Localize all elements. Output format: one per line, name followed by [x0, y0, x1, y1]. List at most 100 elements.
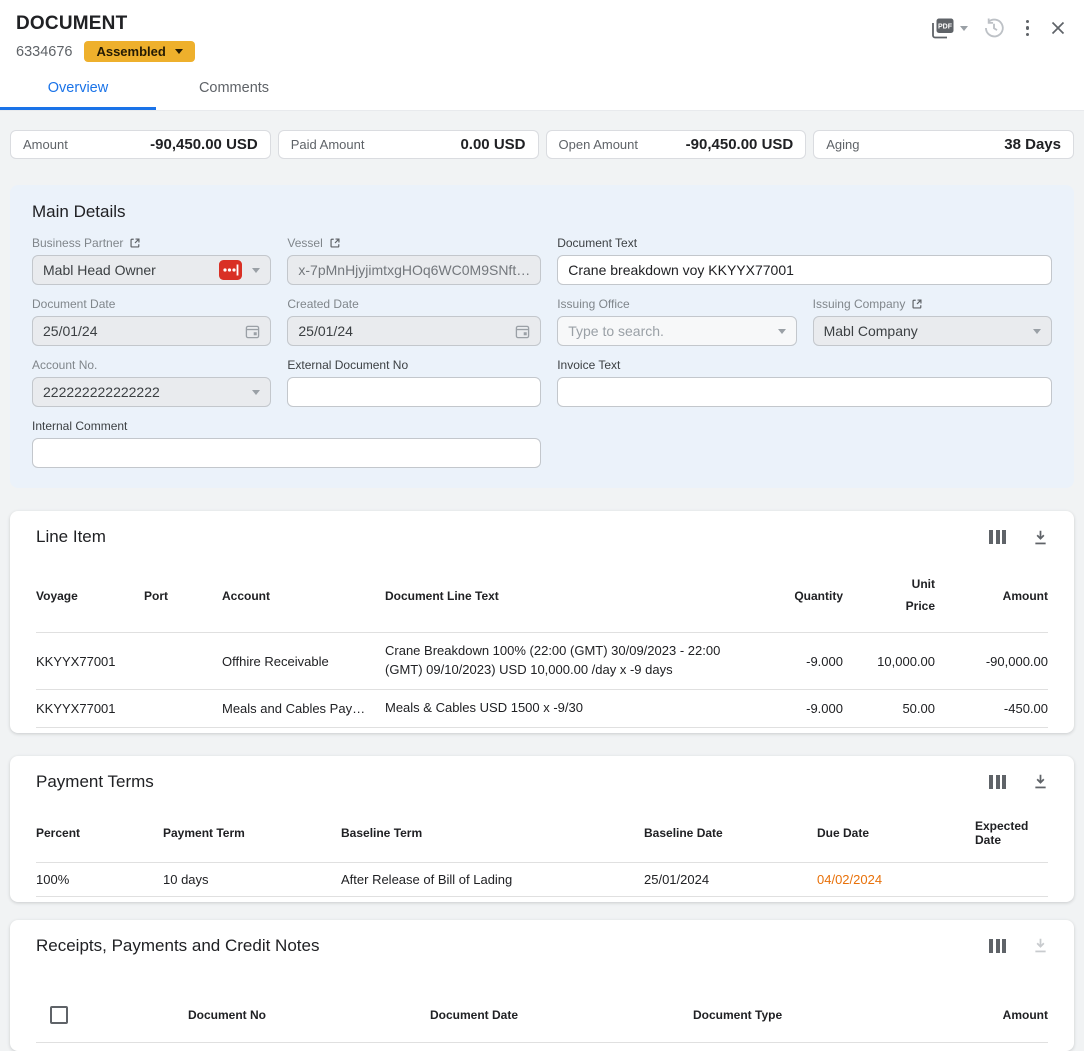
- document-date-field: Document Date 25/01/24: [32, 297, 271, 346]
- history-button: [983, 17, 1005, 39]
- payment-terms-title: Payment Terms: [36, 772, 154, 792]
- chevron-down-icon[interactable]: [960, 26, 968, 31]
- vessel-field: Vessel x-7pMnHjyjimtxgHOq6WC0M9SNft…: [287, 236, 541, 285]
- col-port: Port: [144, 589, 214, 603]
- document-date-label: Document Date: [32, 297, 271, 311]
- document-text-input[interactable]: [557, 255, 1052, 285]
- col-document-no: Document No: [188, 1008, 422, 1022]
- column-settings-icon[interactable]: [989, 775, 1006, 789]
- select-all-checkbox[interactable]: [50, 1006, 68, 1024]
- main-details-panel: Main Details Business Partner Mabl Head …: [10, 185, 1074, 488]
- col-baseline-date: Baseline Date: [644, 826, 809, 840]
- aging-value: 38 Days: [1004, 136, 1061, 153]
- tab-comments[interactable]: Comments: [156, 70, 312, 110]
- paid-amount-value: 0.00 USD: [460, 136, 525, 153]
- invoice-text-input[interactable]: [557, 377, 1052, 407]
- receipts-section: Receipts, Payments and Credit Notes Docu…: [10, 920, 1074, 1051]
- pdf-icon: PDF: [928, 16, 955, 40]
- chevron-down-icon: [778, 329, 786, 334]
- external-link-icon[interactable]: [329, 237, 341, 249]
- line-item-header-row: Voyage Port Account Document Line Text Q…: [36, 555, 1048, 633]
- line-item-title: Line Item: [36, 527, 106, 547]
- aging-label: Aging: [826, 137, 859, 152]
- vessel-label: Vessel: [287, 236, 322, 250]
- chevron-down-icon: [175, 49, 183, 54]
- external-document-no-input[interactable]: [287, 377, 541, 407]
- created-date-label: Created Date: [287, 297, 541, 311]
- download-icon[interactable]: [1031, 772, 1050, 791]
- kebab-menu-icon[interactable]: [1020, 18, 1036, 39]
- invoice-text-label: Invoice Text: [557, 358, 1052, 372]
- chevron-down-icon: [252, 268, 260, 273]
- business-partner-label: Business Partner: [32, 236, 123, 250]
- summary-cards: Amount -90,450.00 USD Paid Amount 0.00 U…: [10, 130, 1074, 159]
- issuing-company-label: Issuing Company: [813, 297, 906, 311]
- issuing-office-select[interactable]: Type to search.: [557, 316, 796, 346]
- svg-text:PDF: PDF: [938, 24, 953, 31]
- paid-amount-card: Paid Amount 0.00 USD: [278, 130, 539, 159]
- main-details-title: Main Details: [32, 202, 1052, 222]
- account-no-field: Account No. 222222222222222: [32, 358, 271, 407]
- due-date-value: 04/02/2024: [817, 872, 967, 887]
- column-settings-icon[interactable]: [989, 530, 1006, 544]
- document-text-field: Document Text: [557, 236, 1052, 285]
- col-document-line-text: Document Line Text: [385, 589, 751, 603]
- payment-terms-row[interactable]: 100% 10 days After Release of Bill of La…: [36, 863, 1048, 897]
- tab-bar: Overview Comments: [0, 70, 1084, 110]
- history-icon: [983, 17, 1005, 39]
- internal-comment-label: Internal Comment: [32, 419, 541, 433]
- line-item-section: Line Item Voyage Port Account Document L…: [10, 511, 1074, 733]
- receipts-title: Receipts, Payments and Credit Notes: [36, 936, 319, 956]
- close-button[interactable]: [1050, 20, 1066, 36]
- credit-block-icon: [219, 260, 242, 280]
- dialog-header: DOCUMENT 6334676 Assembled PDF: [0, 0, 1084, 111]
- external-link-icon[interactable]: [129, 237, 141, 249]
- open-amount-label: Open Amount: [559, 137, 639, 152]
- document-date-input: 25/01/24: [32, 316, 271, 346]
- tab-overview[interactable]: Overview: [0, 70, 156, 110]
- open-amount-card: Open Amount -90,450.00 USD: [546, 130, 807, 159]
- internal-comment-field: Internal Comment: [32, 419, 541, 468]
- account-no-select: 222222222222222: [32, 377, 271, 407]
- external-document-no-field: External Document No: [287, 358, 541, 407]
- col-payment-term: Payment Term: [163, 826, 333, 840]
- account-no-label: Account No.: [32, 358, 271, 372]
- aging-card: Aging 38 Days: [813, 130, 1074, 159]
- amount-value: -90,450.00 USD: [150, 136, 258, 153]
- col-document-date: Document Date: [430, 1008, 685, 1022]
- internal-comment-input[interactable]: [32, 438, 541, 468]
- external-link-icon[interactable]: [911, 298, 923, 310]
- pdf-export-button[interactable]: PDF: [928, 16, 968, 40]
- payment-terms-header-row: Percent Payment Term Baseline Term Basel…: [36, 800, 1048, 863]
- close-icon: [1050, 20, 1066, 36]
- line-item-row[interactable]: KKYYX77001 Offhire Receivable Crane Brea…: [36, 633, 1048, 690]
- calendar-icon: [245, 324, 260, 339]
- column-settings-icon[interactable]: [989, 939, 1006, 953]
- business-partner-select: Mabl Head Owner: [32, 255, 271, 285]
- created-date-field: Created Date 25/01/24: [287, 297, 541, 346]
- issuing-office-label: Issuing Office: [557, 297, 796, 311]
- status-dropdown[interactable]: Assembled: [84, 41, 194, 62]
- chevron-down-icon: [1033, 329, 1041, 334]
- page-title: DOCUMENT: [16, 13, 1068, 35]
- col-expected-date: Expected Date: [975, 819, 1048, 847]
- download-icon[interactable]: [1031, 528, 1050, 547]
- vessel-input: x-7pMnHjyjimtxgHOq6WC0M9SNft…: [287, 255, 541, 285]
- calendar-icon: [515, 324, 530, 339]
- col-amount: Amount: [928, 1008, 1048, 1022]
- line-item-row[interactable]: KKYYX77001 Meals and Cables Pay… Meals &…: [36, 690, 1048, 728]
- download-icon: [1031, 936, 1050, 955]
- issuing-company-field: Issuing Company Mabl Company: [813, 297, 1052, 346]
- col-document-type: Document Type: [693, 1008, 920, 1022]
- created-date-input: 25/01/24: [287, 316, 541, 346]
- col-account: Account: [222, 589, 377, 603]
- business-partner-field: Business Partner Mabl Head Owner: [32, 236, 271, 285]
- external-document-no-label: External Document No: [287, 358, 541, 372]
- payment-terms-section: Payment Terms Percent Payment Term Basel…: [10, 756, 1074, 902]
- invoice-text-field: Invoice Text: [557, 358, 1052, 407]
- issuing-office-field: Issuing Office Type to search.: [557, 297, 796, 346]
- amount-card: Amount -90,450.00 USD: [10, 130, 271, 159]
- col-due-date: Due Date: [817, 826, 967, 840]
- amount-label: Amount: [23, 137, 68, 152]
- col-amount: Amount: [943, 589, 1048, 603]
